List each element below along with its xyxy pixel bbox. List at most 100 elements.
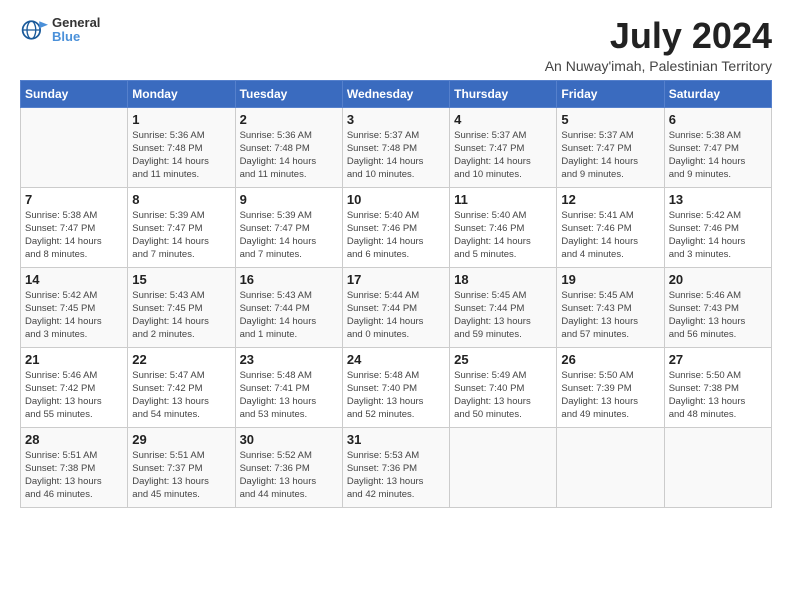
- day-cell: 8Sunrise: 5:39 AMSunset: 7:47 PMDaylight…: [128, 187, 235, 267]
- day-info: Sunrise: 5:42 AMSunset: 7:46 PMDaylight:…: [669, 209, 767, 262]
- day-cell: 24Sunrise: 5:48 AMSunset: 7:40 PMDayligh…: [342, 347, 449, 427]
- day-info: Sunrise: 5:51 AMSunset: 7:38 PMDaylight:…: [25, 449, 123, 502]
- day-info: Sunrise: 5:37 AMSunset: 7:48 PMDaylight:…: [347, 129, 445, 182]
- day-cell: 22Sunrise: 5:47 AMSunset: 7:42 PMDayligh…: [128, 347, 235, 427]
- day-info: Sunrise: 5:43 AMSunset: 7:45 PMDaylight:…: [132, 289, 230, 342]
- day-number: 31: [347, 432, 445, 447]
- day-number: 27: [669, 352, 767, 367]
- day-cell: 16 Sunrise: 5:43 AMSunset: 7:44 PMDayligh…: [235, 267, 342, 347]
- day-number: 14: [25, 272, 123, 287]
- day-cell: 7Sunrise: 5:38 AMSunset: 7:47 PMDaylight…: [21, 187, 128, 267]
- header-cell-thursday: Thursday: [450, 80, 557, 107]
- day-number: 19: [561, 272, 659, 287]
- day-info: Sunrise: 5:45 AMSunset: 7:43 PMDaylight:…: [561, 289, 659, 342]
- day-info: Sunrise: 5:52 AMSunset: 7:36 PMDaylight:…: [240, 449, 338, 502]
- week-row-3: 14 Sunrise: 5:42 AMSunset: 7:45 PMDayligh…: [21, 267, 772, 347]
- day-cell: 30 Sunrise: 5:52 AMSunset: 7:36 PMDayligh…: [235, 427, 342, 507]
- day-number: 15: [132, 272, 230, 287]
- day-info: Sunrise: 5:38 AMSunset: 7:47 PMDaylight:…: [669, 129, 767, 182]
- day-cell: 15 Sunrise: 5:43 AMSunset: 7:45 PMDayligh…: [128, 267, 235, 347]
- day-cell: 19 Sunrise: 5:45 AMSunset: 7:43 PMDayligh…: [557, 267, 664, 347]
- day-number: 9: [240, 192, 338, 207]
- day-number: 29: [132, 432, 230, 447]
- day-cell: 1 Sunrise: 5:36 AMSunset: 7:48 PMDaylight…: [128, 107, 235, 187]
- header-cell-wednesday: Wednesday: [342, 80, 449, 107]
- day-info: Sunrise: 5:36 AMSunset: 7:48 PMDaylight:…: [240, 129, 338, 182]
- day-info: Sunrise: 5:39 AMSunset: 7:47 PMDaylight:…: [240, 209, 338, 262]
- day-number: 30: [240, 432, 338, 447]
- day-cell: 11 Sunrise: 5:40 AMSunset: 7:46 PMDayligh…: [450, 187, 557, 267]
- day-info: Sunrise: 5:44 AMSunset: 7:44 PMDaylight:…: [347, 289, 445, 342]
- header-row: SundayMondayTuesdayWednesdayThursdayFrid…: [21, 80, 772, 107]
- week-row-1: 1 Sunrise: 5:36 AMSunset: 7:48 PMDaylight…: [21, 107, 772, 187]
- day-info: Sunrise: 5:47 AMSunset: 7:42 PMDaylight:…: [132, 369, 230, 422]
- day-cell: 13 Sunrise: 5:42 AMSunset: 7:46 PMDayligh…: [664, 187, 771, 267]
- day-cell: 29 Sunrise: 5:51 AMSunset: 7:37 PMDayligh…: [128, 427, 235, 507]
- day-cell: 21 Sunrise: 5:46 AMSunset: 7:42 PMDayligh…: [21, 347, 128, 427]
- week-row-2: 7Sunrise: 5:38 AMSunset: 7:47 PMDaylight…: [21, 187, 772, 267]
- week-row-4: 21 Sunrise: 5:46 AMSunset: 7:42 PMDayligh…: [21, 347, 772, 427]
- page-header: General Blue July 2024 An Nuway'imah, Pa…: [20, 16, 772, 74]
- week-row-5: 28Sunrise: 5:51 AMSunset: 7:38 PMDayligh…: [21, 427, 772, 507]
- day-info: Sunrise: 5:40 AMSunset: 7:46 PMDaylight:…: [454, 209, 552, 262]
- day-info: Sunrise: 5:46 AMSunset: 7:42 PMDaylight:…: [25, 369, 123, 422]
- day-cell: 27 Sunrise: 5:50 AMSunset: 7:38 PMDayligh…: [664, 347, 771, 427]
- day-cell: [450, 427, 557, 507]
- day-cell: 3 Sunrise: 5:37 AMSunset: 7:48 PMDaylight…: [342, 107, 449, 187]
- day-cell: 20Sunrise: 5:46 AMSunset: 7:43 PMDayligh…: [664, 267, 771, 347]
- day-cell: [21, 107, 128, 187]
- location-subtitle: An Nuway'imah, Palestinian Territory: [545, 58, 772, 74]
- day-cell: 2 Sunrise: 5:36 AMSunset: 7:48 PMDaylight…: [235, 107, 342, 187]
- day-number: 5: [561, 112, 659, 127]
- day-cell: 26 Sunrise: 5:50 AMSunset: 7:39 PMDayligh…: [557, 347, 664, 427]
- day-number: 3: [347, 112, 445, 127]
- day-number: 21: [25, 352, 123, 367]
- day-number: 1: [132, 112, 230, 127]
- day-info: Sunrise: 5:50 AMSunset: 7:38 PMDaylight:…: [669, 369, 767, 422]
- day-number: 6: [669, 112, 767, 127]
- day-info: Sunrise: 5:51 AMSunset: 7:37 PMDaylight:…: [132, 449, 230, 502]
- day-number: 11: [454, 192, 552, 207]
- header-cell-sunday: Sunday: [21, 80, 128, 107]
- logo-text: General Blue: [52, 16, 100, 45]
- day-info: Sunrise: 5:49 AMSunset: 7:40 PMDaylight:…: [454, 369, 552, 422]
- day-number: 20: [669, 272, 767, 287]
- day-cell: 12Sunrise: 5:41 AMSunset: 7:46 PMDayligh…: [557, 187, 664, 267]
- logo: General Blue: [20, 16, 100, 45]
- day-cell: 25Sunrise: 5:49 AMSunset: 7:40 PMDayligh…: [450, 347, 557, 427]
- day-info: Sunrise: 5:53 AMSunset: 7:36 PMDaylight:…: [347, 449, 445, 502]
- day-cell: 17 Sunrise: 5:44 AMSunset: 7:44 PMDayligh…: [342, 267, 449, 347]
- day-info: Sunrise: 5:37 AMSunset: 7:47 PMDaylight:…: [561, 129, 659, 182]
- day-cell: 14 Sunrise: 5:42 AMSunset: 7:45 PMDayligh…: [21, 267, 128, 347]
- day-info: Sunrise: 5:48 AMSunset: 7:40 PMDaylight:…: [347, 369, 445, 422]
- header-cell-monday: Monday: [128, 80, 235, 107]
- day-cell: 10 Sunrise: 5:40 AMSunset: 7:46 PMDayligh…: [342, 187, 449, 267]
- day-info: Sunrise: 5:43 AMSunset: 7:44 PMDaylight:…: [240, 289, 338, 342]
- day-cell: 6 Sunrise: 5:38 AMSunset: 7:47 PMDaylight…: [664, 107, 771, 187]
- day-number: 13: [669, 192, 767, 207]
- day-number: 4: [454, 112, 552, 127]
- day-info: Sunrise: 5:45 AMSunset: 7:44 PMDaylight:…: [454, 289, 552, 342]
- month-title: July 2024: [545, 16, 772, 56]
- day-info: Sunrise: 5:38 AMSunset: 7:47 PMDaylight:…: [25, 209, 123, 262]
- day-info: Sunrise: 5:36 AMSunset: 7:48 PMDaylight:…: [132, 129, 230, 182]
- day-number: 17: [347, 272, 445, 287]
- day-info: Sunrise: 5:40 AMSunset: 7:46 PMDaylight:…: [347, 209, 445, 262]
- day-cell: [557, 427, 664, 507]
- calendar-table: SundayMondayTuesdayWednesdayThursdayFrid…: [20, 80, 772, 508]
- day-number: 26: [561, 352, 659, 367]
- day-number: 10: [347, 192, 445, 207]
- day-cell: 5 Sunrise: 5:37 AMSunset: 7:47 PMDaylight…: [557, 107, 664, 187]
- day-info: Sunrise: 5:42 AMSunset: 7:45 PMDaylight:…: [25, 289, 123, 342]
- title-block: July 2024 An Nuway'imah, Palestinian Ter…: [545, 16, 772, 74]
- day-number: 16: [240, 272, 338, 287]
- day-cell: 31 Sunrise: 5:53 AMSunset: 7:36 PMDayligh…: [342, 427, 449, 507]
- logo-icon: [20, 16, 48, 44]
- logo-line1: General: [52, 16, 100, 30]
- day-number: 23: [240, 352, 338, 367]
- day-number: 18: [454, 272, 552, 287]
- day-cell: 4Sunrise: 5:37 AMSunset: 7:47 PMDaylight…: [450, 107, 557, 187]
- day-cell: 18 Sunrise: 5:45 AMSunset: 7:44 PMDayligh…: [450, 267, 557, 347]
- day-number: 2: [240, 112, 338, 127]
- day-info: Sunrise: 5:50 AMSunset: 7:39 PMDaylight:…: [561, 369, 659, 422]
